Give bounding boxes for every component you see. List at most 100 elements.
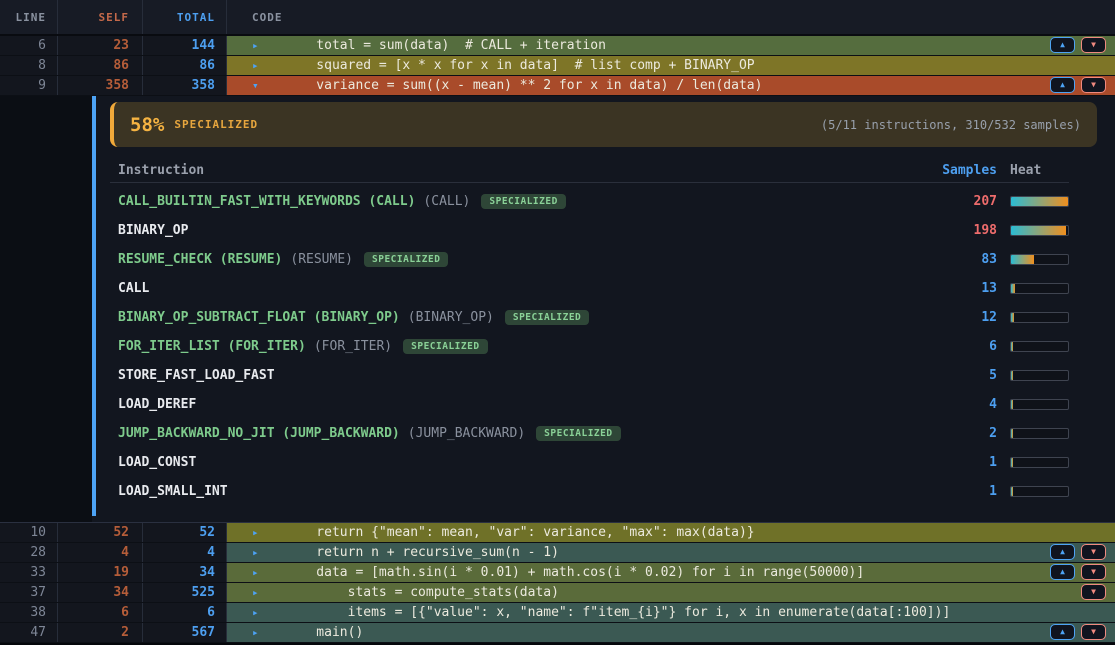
instruction-base-opname: (JUMP_BACKWARD): [408, 426, 525, 441]
instruction-opname: BINARY_OP_SUBTRACT_FLOAT (BINARY_OP): [118, 310, 400, 325]
instruction-opname: BINARY_OP: [118, 223, 188, 238]
heat-bar: [1010, 196, 1069, 207]
specialization-summary: 58% SPECIALIZED (5/11 instructions, 310/…: [110, 102, 1097, 147]
row-nav-buttons: ▲ ▼: [1050, 77, 1106, 93]
instruction-row: BINARY_OP 198: [110, 216, 1069, 245]
jump-up-button[interactable]: ▲: [1050, 624, 1075, 640]
instruction-rows: CALL_BUILTIN_FAST_WITH_KEYWORDS (CALL) (…: [110, 187, 1069, 506]
code-cell[interactable]: ▸ return {"mean": mean, "var": variance,…: [227, 523, 1115, 542]
instruction-opname: CALL: [118, 281, 149, 296]
heat-bar-fill: [1011, 371, 1013, 380]
jump-down-button[interactable]: ▼: [1081, 584, 1106, 600]
line-number: 9: [0, 76, 58, 95]
heat-bar-fill: [1011, 487, 1013, 496]
heat-bar: [1010, 254, 1069, 265]
code-line-row: 37 34 525 ▸ stats = compute_stats(data) …: [0, 583, 1115, 603]
instruction-row: CALL 13: [110, 274, 1069, 303]
instruction-row: CALL_BUILTIN_FAST_WITH_KEYWORDS (CALL) (…: [110, 187, 1069, 216]
instruction-name-cell: CALL_BUILTIN_FAST_WITH_KEYWORDS (CALL) (…: [110, 194, 937, 210]
self-samples-value: 358: [58, 76, 143, 95]
expander-triangle-icon[interactable]: ▸: [252, 627, 264, 638]
jump-down-button[interactable]: ▼: [1081, 544, 1106, 560]
jump-up-button[interactable]: ▲: [1050, 37, 1075, 53]
code-line-row: 10 52 52 ▸ return {"mean": mean, "var": …: [0, 523, 1115, 543]
specialization-detail-panel: 58% SPECIALIZED (5/11 instructions, 310/…: [0, 96, 1115, 522]
specialization-meta: (5/11 instructions, 310/532 samples): [821, 118, 1081, 132]
heat-bar: [1010, 341, 1069, 352]
jump-up-button[interactable]: ▲: [1050, 77, 1075, 93]
instruction-base-opname: (FOR_ITER): [314, 339, 392, 354]
code-rows-bottom: 10 52 52 ▸ return {"mean": mean, "var": …: [0, 522, 1115, 643]
column-header-self: SELF: [58, 0, 143, 34]
instruction-name-cell: LOAD_DEREF: [110, 397, 937, 412]
instruction-samples-value: 198: [937, 223, 997, 238]
expander-triangle-icon[interactable]: ▸: [252, 527, 264, 538]
self-samples-value: 4: [58, 543, 143, 562]
instruction-samples-value: 12: [937, 310, 997, 325]
expander-triangle-icon[interactable]: ▸: [252, 587, 264, 598]
total-samples-value: 4: [143, 543, 227, 562]
heat-bar: [1010, 428, 1069, 439]
instruction-opname: CALL_BUILTIN_FAST_WITH_KEYWORDS (CALL): [118, 194, 415, 209]
code-cell[interactable]: ▸ return n + recursive_sum(n - 1) ▲ ▼: [227, 543, 1115, 562]
heat-bar-fill: [1011, 429, 1013, 438]
instruction-opname: FOR_ITER_LIST (FOR_ITER): [118, 339, 306, 354]
row-nav-buttons: ▼: [1081, 584, 1106, 600]
row-nav-buttons: ▲ ▼: [1050, 37, 1106, 53]
total-samples-value: 6: [143, 603, 227, 622]
expander-triangle-icon[interactable]: ▸: [252, 60, 264, 71]
column-header-total: TOTAL: [143, 0, 227, 34]
instruction-row: LOAD_DEREF 4: [110, 390, 1069, 419]
expander-triangle-icon[interactable]: ▸: [252, 547, 264, 558]
code-cell[interactable]: ▸ total = sum(data) # CALL + iteration ▲…: [227, 36, 1115, 55]
column-header-line: LINE: [0, 0, 58, 34]
jump-down-button[interactable]: ▼: [1081, 624, 1106, 640]
expander-triangle-icon[interactable]: ▸: [252, 607, 264, 618]
row-nav-buttons: ▲ ▼: [1050, 624, 1106, 640]
specialized-badge: SPECIALIZED: [403, 339, 487, 355]
instruction-opname: JUMP_BACKWARD_NO_JIT (JUMP_BACKWARD): [118, 426, 400, 441]
code-line-row: 8 86 86 ▸ squared = [x * x for x in data…: [0, 56, 1115, 76]
instruction-opname: RESUME_CHECK (RESUME): [118, 252, 282, 267]
instruction-opname: LOAD_CONST: [118, 455, 196, 470]
source-code-text: main(): [285, 625, 363, 640]
jump-up-button[interactable]: ▲: [1050, 564, 1075, 580]
instruction-samples-value: 2: [937, 426, 997, 441]
profiler-window: LINE SELF TOTAL CODE 6 23 144 ▸ total = …: [0, 0, 1115, 645]
expander-triangle-icon[interactable]: ▸: [252, 567, 264, 578]
instruction-opname: STORE_FAST_LOAD_FAST: [118, 368, 275, 383]
jump-down-button[interactable]: ▼: [1081, 77, 1106, 93]
code-cell[interactable]: ▸ squared = [x * x for x in data] # list…: [227, 56, 1115, 75]
self-samples-value: 23: [58, 36, 143, 55]
line-number: 38: [0, 603, 58, 622]
total-samples-value: 52: [143, 523, 227, 542]
instruction-samples-value: 13: [937, 281, 997, 296]
code-cell[interactable]: ▸ stats = compute_stats(data) ▼: [227, 583, 1115, 602]
column-header-heat: Heat: [1010, 163, 1069, 178]
expander-triangle-icon[interactable]: ▾: [252, 80, 264, 91]
instruction-row: LOAD_SMALL_INT 1: [110, 477, 1069, 506]
instruction-samples-value: 5: [937, 368, 997, 383]
instruction-base-opname: (RESUME): [290, 252, 353, 267]
jump-up-button[interactable]: ▲: [1050, 544, 1075, 560]
code-line-row: 28 4 4 ▸ return n + recursive_sum(n - 1)…: [0, 543, 1115, 563]
expander-triangle-icon[interactable]: ▸: [252, 40, 264, 51]
code-cell[interactable]: ▸ main() ▲ ▼: [227, 623, 1115, 642]
instruction-row: STORE_FAST_LOAD_FAST 5: [110, 361, 1069, 390]
heat-bar: [1010, 486, 1069, 497]
instruction-base-opname: (BINARY_OP): [408, 310, 494, 325]
line-number: 6: [0, 36, 58, 55]
code-cell[interactable]: ▸ data = [math.sin(i * 0.01) + math.cos(…: [227, 563, 1115, 582]
specialized-badge: SPECIALIZED: [505, 310, 589, 326]
total-samples-value: 525: [143, 583, 227, 602]
heat-bar: [1010, 312, 1069, 323]
jump-down-button[interactable]: ▼: [1081, 37, 1106, 53]
heat-bar-fill: [1011, 255, 1034, 264]
instruction-name-cell: LOAD_SMALL_INT: [110, 484, 937, 499]
jump-down-button[interactable]: ▼: [1081, 564, 1106, 580]
code-line-row: 6 23 144 ▸ total = sum(data) # CALL + it…: [0, 36, 1115, 56]
instruction-base-opname: (CALL): [423, 194, 470, 209]
table-header-row: LINE SELF TOTAL CODE: [0, 0, 1115, 36]
code-cell[interactable]: ▸ items = [{"value": x, "name": f"item_{…: [227, 603, 1115, 622]
code-cell[interactable]: ▾ variance = sum((x - mean) ** 2 for x i…: [227, 76, 1115, 95]
